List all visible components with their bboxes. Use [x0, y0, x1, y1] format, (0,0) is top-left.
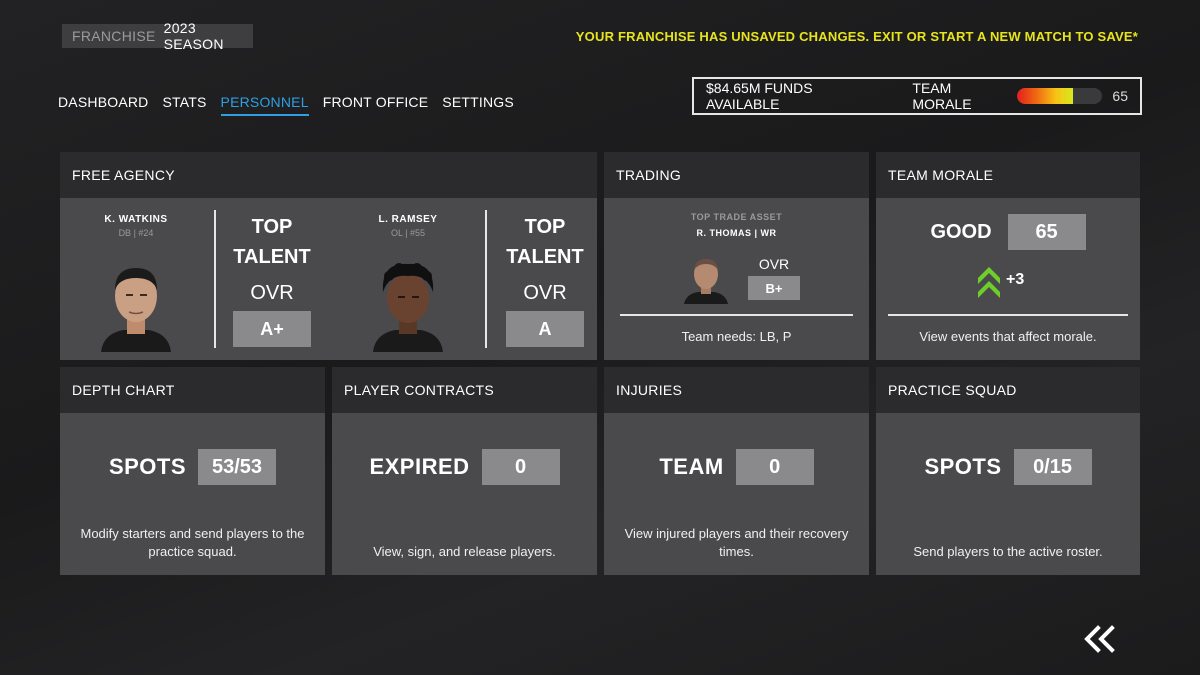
stat-value: 53/53: [198, 449, 277, 485]
tab-personnel[interactable]: PERSONNEL: [220, 94, 309, 116]
talent-line1: TOP: [524, 216, 566, 238]
ovr-label: OVR: [523, 282, 567, 304]
player-contracts-card[interactable]: PLAYER CONTRACTS EXPIRED 0 View, sign, a…: [332, 367, 597, 575]
card-description: Modify starters and send players to the …: [80, 526, 305, 559]
fa-player-2[interactable]: L. RAMSEY OL | #55: [348, 198, 468, 352]
tab-dashboard[interactable]: DASHBOARD: [58, 94, 148, 116]
morale-bar-fill: [1017, 88, 1073, 104]
card-description: View, sign, and release players.: [373, 544, 556, 559]
funds-available: $84.65M FUNDS AVAILABLE: [706, 80, 813, 112]
talent-block-1: TOP TALENT OVR A+: [222, 212, 322, 347]
stat-row: SPOTS 53/53: [60, 449, 325, 485]
trade-ovr-block: OVR B+: [748, 256, 800, 300]
player-name: L. RAMSEY: [378, 214, 438, 225]
stat-label: TEAM: [659, 454, 724, 479]
stat-label: EXPIRED: [369, 454, 470, 479]
stat-value: 0: [481, 449, 560, 485]
top-trade-asset-label: TOP TRADE ASSET: [690, 212, 783, 222]
stat-row: SPOTS 0/15: [876, 449, 1140, 485]
card-title: PLAYER CONTRACTS: [332, 367, 597, 413]
team-needs: Team needs: LB, P: [681, 329, 792, 344]
card-title: FREE AGENCY: [60, 152, 597, 198]
morale-change: +3: [976, 262, 1024, 298]
player-position: DB | #24: [118, 228, 154, 238]
free-agency-card[interactable]: FREE AGENCY K. WATKINS DB | #24 TOP TALE…: [60, 152, 597, 360]
divider: [485, 210, 487, 348]
card-description: View injured players and their recovery …: [624, 526, 849, 559]
practice-squad-card[interactable]: PRACTICE SQUAD SPOTS 0/15 Send players t…: [876, 367, 1140, 575]
double-chevron-up-icon: [978, 267, 1000, 298]
funds-morale-panel: $84.65M FUNDS AVAILABLE TEAM MORALE 65: [692, 77, 1142, 115]
stat-value: 0/15: [1013, 449, 1092, 485]
player-position: OL | #55: [390, 228, 426, 238]
ovr-label: OVR: [250, 282, 294, 304]
card-title: DEPTH CHART: [60, 367, 325, 413]
talent-block-2: TOP TALENT OVR A: [495, 212, 595, 347]
team-morale-card[interactable]: TEAM MORALE GOOD 65 +3 View events that …: [876, 152, 1140, 360]
stat-label: SPOTS: [108, 454, 187, 479]
stat-row: TEAM 0: [604, 449, 869, 485]
divider: [620, 314, 853, 316]
card-description: Send players to the active roster.: [913, 544, 1103, 559]
morale-status-row: GOOD 65: [876, 214, 1140, 250]
double-chevron-left-icon[interactable]: [1082, 624, 1118, 654]
player-name: K. WATKINS: [104, 214, 168, 225]
talent-line2: TALENT: [506, 246, 584, 268]
mode-label: FRANCHISE: [72, 28, 156, 44]
stat-value: 0: [735, 449, 814, 485]
grade-box: B+: [748, 276, 800, 300]
talent-line2: TALENT: [233, 246, 311, 268]
player-portrait: [373, 263, 443, 352]
morale-value: 65: [1112, 88, 1128, 104]
card-title: PRACTICE SQUAD: [876, 367, 1140, 413]
season-label: 2023 SEASON: [163, 20, 224, 52]
morale-value-box: 65: [1007, 214, 1086, 250]
talent-line1: TOP: [251, 216, 293, 238]
tab-stats[interactable]: STATS: [162, 94, 206, 116]
player-portrait: [101, 268, 171, 352]
trade-player-portrait: [684, 259, 728, 304]
depth-chart-card[interactable]: DEPTH CHART SPOTS 53/53 Modify starters …: [60, 367, 325, 575]
morale-label: TEAM MORALE: [912, 80, 972, 112]
stat-row: EXPIRED 0: [332, 449, 597, 485]
tab-settings[interactable]: SETTINGS: [442, 94, 514, 116]
card-title: TEAM MORALE: [876, 152, 1140, 198]
divider: [214, 210, 216, 348]
morale-status: GOOD: [930, 220, 992, 243]
fa-player-1[interactable]: K. WATKINS DB | #24: [76, 198, 196, 352]
injuries-card[interactable]: INJURIES TEAM 0 View injured players and…: [604, 367, 869, 575]
trade-asset-name: R. THOMAS | WR: [696, 228, 777, 238]
morale-desc: View events that affect morale.: [919, 329, 1097, 344]
ovr-label: OVR: [758, 256, 790, 272]
grade-box: A: [506, 311, 584, 347]
divider: [888, 314, 1128, 316]
card-title: TRADING: [604, 152, 869, 198]
unsaved-warning: YOUR FRANCHISE HAS UNSAVED CHANGES. EXIT…: [575, 29, 1138, 44]
grade-box: A+: [233, 311, 311, 347]
trading-card[interactable]: TRADING TOP TRADE ASSET R. THOMAS | WR O…: [604, 152, 869, 360]
season-badge: FRANCHISE 2023 SEASON: [62, 20, 253, 52]
main-nav: DASHBOARD STATS PERSONNEL FRONT OFFICE S…: [58, 94, 514, 116]
card-title: INJURIES: [604, 367, 869, 413]
morale-change-value: +3: [1006, 271, 1025, 288]
tab-front-office[interactable]: FRONT OFFICE: [323, 94, 429, 116]
morale-bar: [1017, 88, 1103, 104]
stat-label: SPOTS: [924, 454, 1002, 479]
